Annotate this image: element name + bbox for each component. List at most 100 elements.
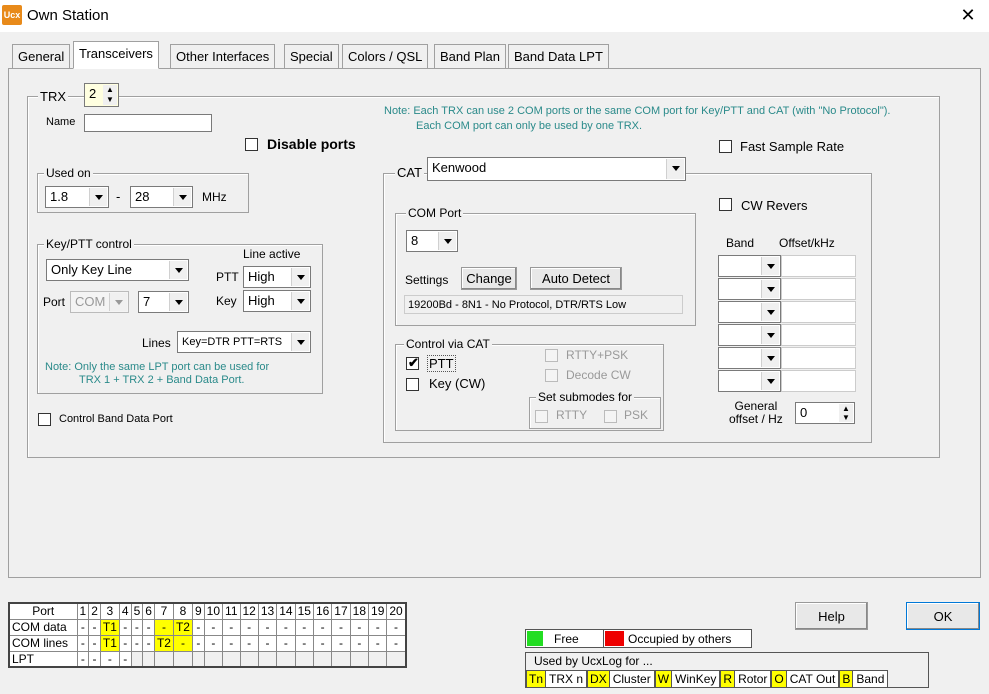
port-cell: - bbox=[76, 618, 90, 636]
used-key-badge: W bbox=[654, 670, 673, 688]
chevron-down-icon[interactable] bbox=[291, 333, 309, 351]
cat-protocol-select[interactable]: Kenwood bbox=[427, 157, 686, 181]
disable-ports-checkbox[interactable] bbox=[245, 138, 258, 151]
submodes-legend: Set submodes for bbox=[536, 390, 635, 404]
port-cell: - bbox=[276, 634, 296, 652]
chevron-down-icon[interactable] bbox=[291, 292, 309, 310]
ptt-label: PTT bbox=[216, 270, 239, 284]
port-cell bbox=[142, 650, 155, 668]
ptt-level-select[interactable]: High bbox=[243, 266, 311, 288]
tab-colors-qsl[interactable]: Colors / QSL bbox=[342, 44, 429, 68]
used-on-to-select[interactable]: 28 bbox=[130, 186, 193, 208]
port-number-header: 8 bbox=[172, 602, 193, 620]
chevron-down-icon[interactable] bbox=[169, 261, 187, 279]
tab-transceivers[interactable]: Transceivers bbox=[73, 41, 159, 69]
band-select[interactable] bbox=[718, 347, 781, 369]
tab-other-interfaces[interactable]: Other Interfaces bbox=[170, 44, 276, 68]
name-label: Name bbox=[46, 116, 76, 128]
trx-spinner[interactable]: 2 ▲ ▼ bbox=[84, 83, 119, 107]
chevron-down-icon[interactable] bbox=[438, 232, 456, 250]
used-on-from-select[interactable]: 1.8 bbox=[45, 186, 109, 208]
used-key-badge: R bbox=[720, 670, 736, 688]
port-cell: - bbox=[172, 634, 193, 652]
key-level-value: High bbox=[248, 293, 275, 308]
general-offset-value: 0 bbox=[800, 405, 808, 420]
chevron-down-icon[interactable] bbox=[666, 159, 684, 179]
offset-cell[interactable] bbox=[781, 347, 856, 369]
cw-revers-checkbox[interactable] bbox=[719, 198, 732, 211]
change-button[interactable]: Change bbox=[461, 267, 517, 290]
port-cell: - bbox=[368, 618, 388, 636]
port-cell bbox=[203, 650, 224, 668]
key-level-select[interactable]: High bbox=[243, 290, 311, 312]
key-cw-label: Key (CW) bbox=[429, 376, 486, 391]
offset-cell[interactable] bbox=[781, 278, 856, 300]
title-bar: Ucx Own Station ✕ bbox=[0, 0, 989, 32]
close-button[interactable]: ✕ bbox=[955, 4, 981, 26]
table-row: COM data - - T1- - - - T2- - - - - - - - - - - - bbox=[8, 618, 407, 636]
chevron-down-icon[interactable] bbox=[761, 349, 779, 367]
port-cell bbox=[368, 650, 388, 668]
spin-icon[interactable]: ▲ ▼ bbox=[839, 404, 853, 422]
lines-select[interactable]: Key=DTR PTT=RTS bbox=[177, 331, 311, 353]
band-select[interactable] bbox=[718, 301, 781, 323]
free-label: Free bbox=[554, 632, 579, 646]
used-key-label: Cluster bbox=[609, 670, 655, 688]
port-cell: - bbox=[88, 634, 101, 652]
port-cell bbox=[349, 650, 370, 668]
port-cell: - bbox=[88, 650, 101, 668]
tab-band-data-lpt[interactable]: Band Data LPT bbox=[508, 44, 609, 68]
used-by-box: Used by UcxLog for ... Tn TRX n DX Cluster W… bbox=[525, 652, 929, 688]
port-cell: - bbox=[294, 618, 314, 636]
help-button[interactable]: Help bbox=[795, 602, 868, 630]
general-offset-line1: General bbox=[734, 399, 778, 413]
port-cell: - bbox=[191, 634, 205, 652]
band-select[interactable] bbox=[718, 324, 781, 346]
fast-sample-checkbox[interactable] bbox=[719, 140, 732, 153]
com-port-select[interactable]: 8 bbox=[406, 230, 458, 252]
offset-column-header: Offset/kHz bbox=[779, 236, 835, 250]
port-cell: T2 bbox=[153, 634, 174, 652]
control-band-checkbox[interactable] bbox=[38, 413, 51, 426]
key-cw-checkbox[interactable] bbox=[406, 378, 419, 391]
chevron-down-icon[interactable] bbox=[169, 293, 187, 311]
used-key-label: WinKey bbox=[672, 670, 721, 688]
offset-cell[interactable] bbox=[781, 255, 856, 277]
chevron-down-icon[interactable] bbox=[173, 188, 191, 206]
chevron-down-icon[interactable] bbox=[761, 326, 779, 344]
ptt-checkbox[interactable]: ✔ bbox=[406, 355, 419, 370]
band-select[interactable] bbox=[718, 370, 781, 392]
auto-detect-button[interactable]: Auto Detect bbox=[530, 267, 622, 290]
lines-label: Lines bbox=[142, 336, 171, 350]
chevron-down-icon[interactable] bbox=[761, 372, 779, 390]
band-select[interactable] bbox=[718, 255, 781, 277]
row-label: COM lines bbox=[8, 634, 78, 652]
used-key-badge: O bbox=[771, 670, 787, 688]
used-by-items: Tn TRX n DX Cluster W WinKey R Rotor O CAT Out B Ba… bbox=[526, 670, 889, 688]
band-select[interactable] bbox=[718, 278, 781, 300]
general-offset-spinner[interactable]: 0 ▲ ▼ bbox=[795, 402, 855, 424]
tab-band-plan[interactable]: Band Plan bbox=[434, 44, 506, 68]
name-input[interactable] bbox=[84, 114, 212, 132]
tab-special[interactable]: Special bbox=[284, 44, 339, 68]
port-cell: - bbox=[294, 634, 314, 652]
port-cell: - bbox=[257, 634, 278, 652]
general-offset-line2: offset / Hz bbox=[729, 412, 783, 426]
port-number-select[interactable]: 7 bbox=[138, 291, 189, 313]
port-cell bbox=[191, 650, 205, 668]
port-cell bbox=[257, 650, 278, 668]
chevron-down-icon[interactable] bbox=[291, 268, 309, 286]
chevron-down-icon[interactable] bbox=[761, 303, 779, 321]
ok-button[interactable]: OK bbox=[906, 602, 980, 630]
offset-cell[interactable] bbox=[781, 301, 856, 323]
chevron-down-icon[interactable] bbox=[89, 188, 107, 206]
check-icon: ✔ bbox=[408, 355, 419, 370]
spin-icon[interactable]: ▲ ▼ bbox=[103, 85, 117, 105]
tab-general[interactable]: General bbox=[12, 44, 71, 68]
keyptt-mode-select[interactable]: Only Key Line bbox=[46, 259, 189, 281]
offset-cell[interactable] bbox=[781, 370, 856, 392]
offset-cell[interactable] bbox=[781, 324, 856, 346]
chevron-down-icon[interactable] bbox=[761, 257, 779, 275]
port-number-header: 13 bbox=[257, 602, 278, 620]
chevron-down-icon[interactable] bbox=[761, 280, 779, 298]
